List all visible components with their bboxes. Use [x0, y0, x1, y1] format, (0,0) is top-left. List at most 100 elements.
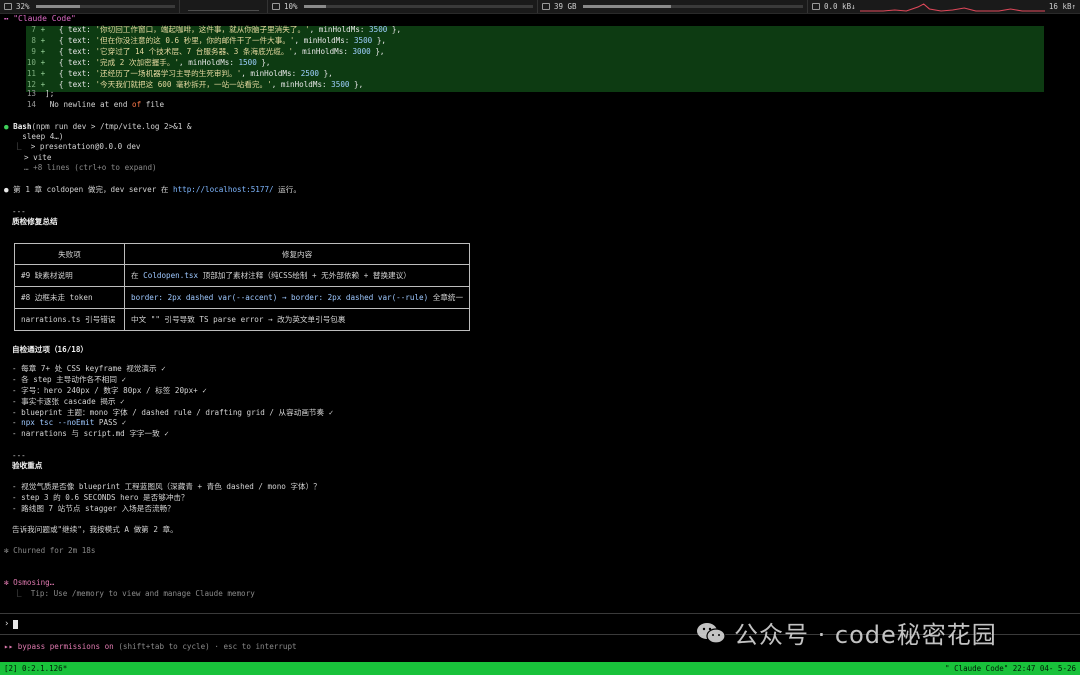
fix-code: border: 2px dashed var(--accent) → borde… — [131, 293, 429, 302]
code-string: '它穿过了 14 个技术层、7 台服务器、3 条海底光缆。' — [95, 47, 294, 56]
header-fix: 修复内容 — [123, 243, 471, 265]
list-dash: - — [12, 418, 22, 427]
code-key: , minHoldMs: — [309, 25, 370, 34]
bash-command-cont: sleep 4…) — [4, 132, 64, 141]
output-text: > presentation@0.0.0 dev — [30, 142, 141, 151]
double-chevron-icon: ▸▸ — [4, 642, 14, 651]
bash-output-2: > vite — [24, 153, 52, 162]
line-number: 13 — [26, 89, 36, 98]
code-end: }, — [349, 80, 364, 89]
memory-bar-fill — [303, 5, 327, 8]
diff-line-added: 11 + { text: '还经历了一场机器学习主导的生死审判。', minHo… — [0, 69, 333, 79]
network-sparkline — [859, 3, 1045, 12]
line-number: 11 — [26, 69, 36, 78]
system-stats-bar: 32% 10% 39 GB 0.0 kB↓ 16 kB↑ — [0, 0, 1080, 14]
separator: --- — [12, 207, 26, 216]
bypass-hint: (shift+tab to cycle) · esc to interrupt — [113, 642, 297, 651]
window-title-text: Claude Code" — [18, 14, 76, 23]
cpu-meter: 32% — [0, 0, 180, 13]
disk-bar — [582, 5, 803, 8]
fix-post: 中文 "" 引号导致 TS parse error → 改为英文单引号包裹 — [131, 315, 346, 324]
code-number: 3500 — [369, 25, 388, 34]
memory-bar — [303, 5, 533, 8]
text-cursor — [13, 619, 19, 629]
churned-status: ✻ Churned for 2m 18s — [4, 546, 95, 556]
cpu-bar-fill — [35, 5, 81, 8]
table-header: 失败项 修复内容 — [14, 243, 471, 265]
fix-pre: 在 — [131, 271, 144, 280]
network-up: 16 kB↑ — [1048, 2, 1076, 11]
code-string: '今天我们就把这 600 毫秒拆开，一站一站看完。' — [95, 80, 272, 89]
row-fix: 中文 "" 引号导致 TS parse error → 改为英文单引号包裹 — [123, 308, 471, 331]
expand-hint[interactable]: … +8 lines (ctrl+o to expand) — [24, 163, 157, 173]
code-key: { text: — [49, 58, 96, 67]
diff-line-added: 8 + { text: '但在你没注意的这 0.6 秒里，你的邮件干了一件大事。… — [0, 36, 386, 46]
tsc-result: PASS ✓ — [94, 418, 127, 427]
code-end: }, — [387, 25, 402, 34]
code-number: 2500 — [300, 69, 320, 78]
code-key: { text: — [49, 25, 96, 34]
self-check-last: - narrations 与 script.md 字字一致 ✓ — [12, 429, 169, 438]
diff-plus-icon: + — [36, 58, 50, 67]
code-string: '但在你没注意的这 0.6 秒里，你的邮件干了一件大事。' — [95, 36, 295, 45]
tmux-clock: " Claude Code" 22:47 04- 5-26 — [945, 664, 1076, 673]
code-end: }, — [256, 58, 271, 67]
tree-corner-icon: ⎿ — [14, 142, 22, 151]
tmux-session[interactable]: [2] 0:2.1.126* — [4, 664, 67, 673]
watermark-text: 公众号 · code秘密花园 — [734, 621, 997, 649]
table-row: #9 缺素材说明 在 Coldopen.tsx 顶部加了素材注释（纯CSS绘制 … — [14, 264, 471, 287]
code-key: , minHoldMs: — [293, 47, 353, 56]
tmux-status-bar: [2] 0:2.1.126* " Claude Code" 22:47 04- … — [0, 662, 1080, 675]
code-end: }, — [370, 47, 385, 56]
bash-command: (npm run dev > /tmp/vite.log 2>&1 & — [31, 122, 192, 131]
acceptance-heading: 验收重点 — [12, 461, 43, 470]
diff-plus-icon: + — [36, 36, 50, 45]
prompt-input[interactable]: › — [4, 619, 19, 629]
list-item: - 路线图 7 站节点 stagger 入场是否流畅？ — [12, 504, 175, 513]
code-key: { text: — [49, 80, 96, 89]
osmosing-status: ✻ Osmosing… — [4, 578, 54, 588]
tool-name: Bash — [13, 122, 32, 131]
disk-meter: 39 GB — [538, 0, 808, 13]
churned-text: Churned for 2m 18s — [13, 546, 96, 555]
code-key: { text: — [49, 47, 96, 56]
code-key: , minHoldMs: — [294, 36, 354, 45]
permission-mode[interactable]: ▸▸ bypass permissions on (shift+tab to c… — [4, 642, 297, 652]
diff-plus-icon: + — [36, 47, 50, 56]
bullet-icon: ● — [4, 185, 9, 194]
list-item: - blueprint 主题：mono 字体 / dashed rule / d… — [12, 408, 334, 417]
memory-icon — [272, 3, 280, 10]
code-key: , minHoldMs: — [241, 69, 301, 78]
cpu-sparkline — [188, 10, 259, 11]
network-down: 0.0 kB↓ — [824, 2, 856, 11]
code-end: }, — [372, 36, 386, 45]
bash-call: ● Bash(npm run dev > /tmp/vite.log 2>&1 … — [4, 122, 191, 132]
fix-code: Coldopen.tsx — [143, 271, 199, 280]
prompt-symbol: › — [4, 619, 10, 629]
code-number: 3000 — [352, 47, 371, 56]
line-code: ]; — [45, 89, 55, 98]
header-item: 失败项 — [14, 243, 125, 265]
code-key: , minHoldMs: — [179, 58, 239, 67]
line-number: 9 — [31, 47, 36, 56]
cpu-graph — [180, 0, 268, 13]
dev-server-link[interactable]: http://localhost:5177/ — [173, 185, 274, 194]
cpu-icon — [4, 3, 12, 10]
bypass-label: bypass permissions on — [17, 642, 114, 651]
row-fix: 在 Coldopen.tsx 顶部加了素材注释（纯CSS绘制 + 无外部依赖 +… — [123, 264, 471, 287]
no-newline-text: No newline at end — [45, 100, 133, 109]
wechat-icon — [697, 622, 726, 644]
network-icon — [812, 3, 820, 10]
diff-plus-icon: + — [36, 25, 50, 34]
fix-table: 失败项 修复内容 #9 缺素材说明 在 Coldopen.tsx 顶部加了素材注… — [14, 243, 471, 331]
line-number: 7 — [31, 25, 36, 34]
cpu-value: 32% — [16, 2, 30, 11]
list-item: - 字号：hero 240px / 数字 80px / 标签 20px+ ✓ — [12, 386, 207, 395]
disk-bar-fill — [582, 5, 671, 8]
memory-tip: ⎿ Tip: Use /memory to view and manage Cl… — [14, 589, 255, 599]
osmosing-text: Osmosing… — [13, 578, 55, 587]
row-item: narrations.ts 引号错误 — [14, 308, 125, 331]
no-newline-file: file — [141, 100, 165, 109]
window-title-prefix: ⬝⬝ " — [4, 14, 19, 23]
chapter-message: ● 第 1 章 coldopen 做完，dev server 在 http://… — [4, 185, 301, 195]
